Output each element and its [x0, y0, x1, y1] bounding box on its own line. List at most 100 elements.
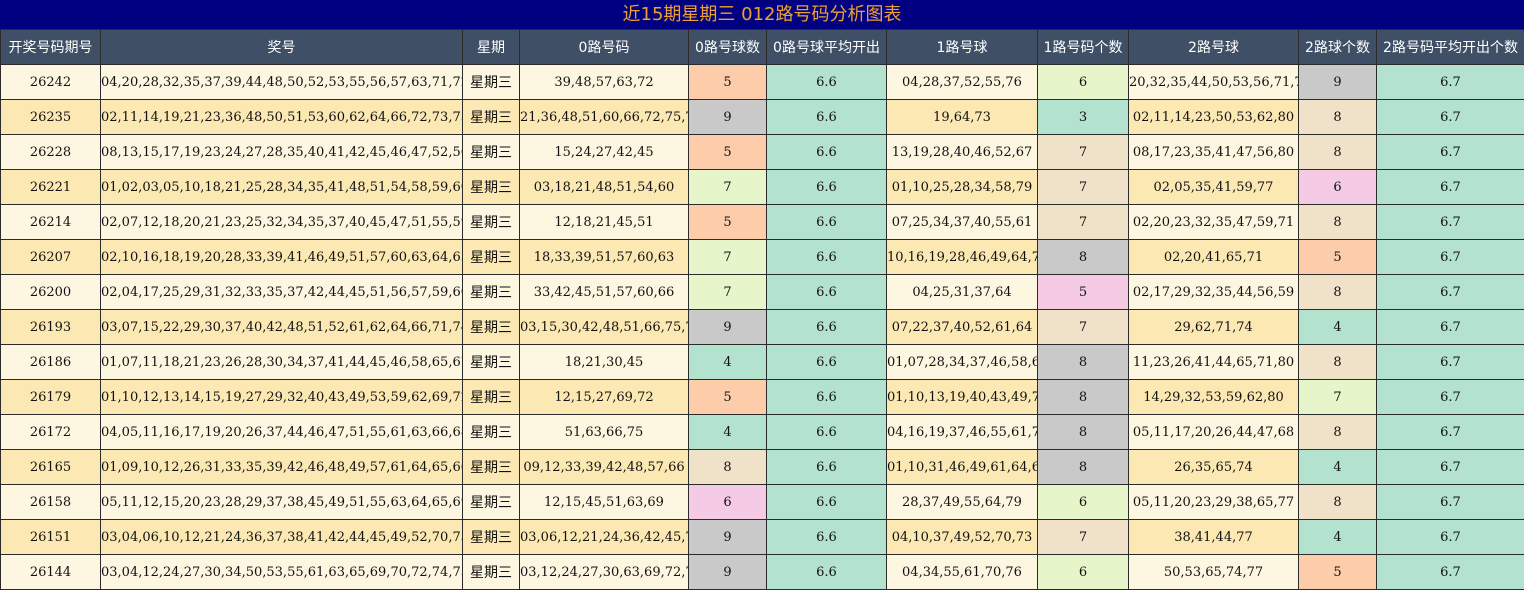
- table-row[interactable]: 2621402,07,12,18,20,21,23,25,32,34,35,37…: [1, 205, 1524, 240]
- cell-route2-count: 8: [1299, 135, 1377, 170]
- cell-route2-average: 6.7: [1377, 310, 1524, 345]
- cell-route2-average: 6.7: [1377, 520, 1524, 555]
- col-header-route1-count[interactable]: 1路号码个数: [1038, 30, 1129, 65]
- page-title: 近15期星期三 012路号码分析图表: [0, 0, 1524, 29]
- cell-route0-count: 4: [689, 415, 767, 450]
- cell-route1-numbers: 04,25,31,37,64: [887, 275, 1038, 310]
- table-row[interactable]: 2620702,10,16,18,19,20,28,33,39,41,46,49…: [1, 240, 1524, 275]
- cell-winning-numbers: 04,05,11,16,17,19,20,26,37,44,46,47,51,5…: [101, 415, 463, 450]
- cell-route0-count: 7: [689, 170, 767, 205]
- table-row[interactable]: 2618601,07,11,18,21,23,26,28,30,34,37,41…: [1, 345, 1524, 380]
- cell-winning-numbers: 02,11,14,19,21,23,36,48,50,51,53,60,62,6…: [101, 100, 463, 135]
- cell-route0-count: 9: [689, 555, 767, 590]
- cell-route0-numbers: 12,15,45,51,63,69: [520, 485, 689, 520]
- cell-route2-numbers: 11,23,26,41,44,65,71,80: [1129, 345, 1299, 380]
- cell-route0-average: 6.6: [767, 275, 887, 310]
- cell-issue: 26193: [1, 310, 101, 345]
- cell-winning-numbers: 01,02,03,05,10,18,21,25,28,34,35,41,48,5…: [101, 170, 463, 205]
- cell-route1-numbers: 04,16,19,37,46,55,61,70: [887, 415, 1038, 450]
- cell-route0-numbers: 51,63,66,75: [520, 415, 689, 450]
- cell-route0-average: 6.6: [767, 240, 887, 275]
- cell-route2-count: 7: [1299, 380, 1377, 415]
- col-header-route1-numbers[interactable]: 1路号球: [887, 30, 1038, 65]
- cell-issue: 26228: [1, 135, 101, 170]
- table-row[interactable]: 2619303,07,15,22,29,30,37,40,42,48,51,52…: [1, 310, 1524, 345]
- table-row[interactable]: 2624204,20,28,32,35,37,39,44,48,50,52,53…: [1, 65, 1524, 100]
- cell-route0-average: 6.6: [767, 100, 887, 135]
- cell-route1-count: 8: [1038, 345, 1129, 380]
- cell-route2-average: 6.7: [1377, 450, 1524, 485]
- col-header-route2-count[interactable]: 2路球个数: [1299, 30, 1377, 65]
- table-row[interactable]: 2617901,10,12,13,14,15,19,27,29,32,40,43…: [1, 380, 1524, 415]
- cell-route2-average: 6.7: [1377, 380, 1524, 415]
- cell-route0-average: 6.6: [767, 205, 887, 240]
- col-header-issue[interactable]: 开奖号码期号: [1, 30, 101, 65]
- cell-winning-numbers: 08,13,15,17,19,23,24,27,28,35,40,41,42,4…: [101, 135, 463, 170]
- cell-winning-numbers: 02,07,12,18,20,21,23,25,32,34,35,37,40,4…: [101, 205, 463, 240]
- col-header-route2-average[interactable]: 2路号码平均开出个数: [1377, 30, 1524, 65]
- table-row[interactable]: 2616501,09,10,12,26,31,33,35,39,42,46,48…: [1, 450, 1524, 485]
- col-header-numbers[interactable]: 奖号: [101, 30, 463, 65]
- cell-winning-numbers: 03,04,12,24,27,30,34,50,53,55,61,63,65,6…: [101, 555, 463, 590]
- table-body: 2624204,20,28,32,35,37,39,44,48,50,52,53…: [1, 65, 1524, 590]
- cell-winning-numbers: 01,07,11,18,21,23,26,28,30,34,37,41,44,4…: [101, 345, 463, 380]
- table-row[interactable]: 2622808,13,15,17,19,23,24,27,28,35,40,41…: [1, 135, 1524, 170]
- cell-route2-average: 6.7: [1377, 205, 1524, 240]
- cell-route1-count: 8: [1038, 380, 1129, 415]
- cell-issue: 26151: [1, 520, 101, 555]
- cell-route1-count: 3: [1038, 100, 1129, 135]
- cell-route1-count: 7: [1038, 310, 1129, 345]
- cell-route2-numbers: 29,62,71,74: [1129, 310, 1299, 345]
- col-header-route0-average[interactable]: 0路号球平均开出: [767, 30, 887, 65]
- cell-route0-numbers: 21,36,48,51,60,66,72,75,78: [520, 100, 689, 135]
- col-header-route2-numbers[interactable]: 2路号球: [1129, 30, 1299, 65]
- cell-route0-count: 9: [689, 520, 767, 555]
- cell-route0-average: 6.6: [767, 520, 887, 555]
- cell-route2-count: 8: [1299, 100, 1377, 135]
- cell-winning-numbers: 04,20,28,32,35,37,39,44,48,50,52,53,55,5…: [101, 65, 463, 100]
- cell-route1-numbers: 04,10,37,49,52,70,73: [887, 520, 1038, 555]
- table-row[interactable]: 2615805,11,12,15,20,23,28,29,37,38,45,49…: [1, 485, 1524, 520]
- cell-route1-numbers: 10,16,19,28,46,49,64,76: [887, 240, 1038, 275]
- cell-route1-numbers: 01,10,25,28,34,58,79: [887, 170, 1038, 205]
- cell-winning-numbers: 05,11,12,15,20,23,28,29,37,38,45,49,51,5…: [101, 485, 463, 520]
- cell-route2-average: 6.7: [1377, 275, 1524, 310]
- cell-route1-numbers: 04,28,37,52,55,76: [887, 65, 1038, 100]
- cell-route2-average: 6.7: [1377, 100, 1524, 135]
- cell-route1-count: 8: [1038, 240, 1129, 275]
- cell-route1-numbers: 28,37,49,55,64,79: [887, 485, 1038, 520]
- col-header-route0-count[interactable]: 0路号球数: [689, 30, 767, 65]
- cell-route0-average: 6.6: [767, 135, 887, 170]
- table-row[interactable]: 2617204,05,11,16,17,19,20,26,37,44,46,47…: [1, 415, 1524, 450]
- cell-route0-numbers: 18,21,30,45: [520, 345, 689, 380]
- table-row[interactable]: 2615103,04,06,10,12,21,24,36,37,38,41,42…: [1, 520, 1524, 555]
- table-row[interactable]: 2614403,04,12,24,27,30,34,50,53,55,61,63…: [1, 555, 1524, 590]
- cell-route1-count: 8: [1038, 415, 1129, 450]
- cell-winning-numbers: 02,04,17,25,29,31,32,33,35,37,42,44,45,5…: [101, 275, 463, 310]
- table-row[interactable]: 2620002,04,17,25,29,31,32,33,35,37,42,44…: [1, 275, 1524, 310]
- table-row[interactable]: 2623502,11,14,19,21,23,36,48,50,51,53,60…: [1, 100, 1524, 135]
- cell-route2-numbers: 02,20,23,32,35,47,59,71: [1129, 205, 1299, 240]
- cell-route0-count: 5: [689, 65, 767, 100]
- cell-route0-numbers: 18,33,39,51,57,60,63: [520, 240, 689, 275]
- cell-route2-numbers: 02,05,35,41,59,77: [1129, 170, 1299, 205]
- cell-route2-count: 8: [1299, 415, 1377, 450]
- cell-issue: 26200: [1, 275, 101, 310]
- cell-weekday: 星期三: [463, 485, 520, 520]
- col-header-weekday[interactable]: 星期: [463, 30, 520, 65]
- table-row[interactable]: 2622101,02,03,05,10,18,21,25,28,34,35,41…: [1, 170, 1524, 205]
- cell-weekday: 星期三: [463, 240, 520, 275]
- cell-route1-count: 7: [1038, 205, 1129, 240]
- col-header-route0-numbers[interactable]: 0路号码: [520, 30, 689, 65]
- cell-weekday: 星期三: [463, 205, 520, 240]
- cell-route1-numbers: 13,19,28,40,46,52,67: [887, 135, 1038, 170]
- cell-route2-average: 6.7: [1377, 240, 1524, 275]
- cell-route0-numbers: 03,06,12,21,24,36,42,45,78: [520, 520, 689, 555]
- cell-route1-numbers: 04,34,55,61,70,76: [887, 555, 1038, 590]
- cell-route0-average: 6.6: [767, 310, 887, 345]
- cell-weekday: 星期三: [463, 555, 520, 590]
- cell-route1-count: 6: [1038, 65, 1129, 100]
- cell-route0-count: 5: [689, 135, 767, 170]
- cell-route0-numbers: 15,24,27,42,45: [520, 135, 689, 170]
- cell-route1-count: 7: [1038, 135, 1129, 170]
